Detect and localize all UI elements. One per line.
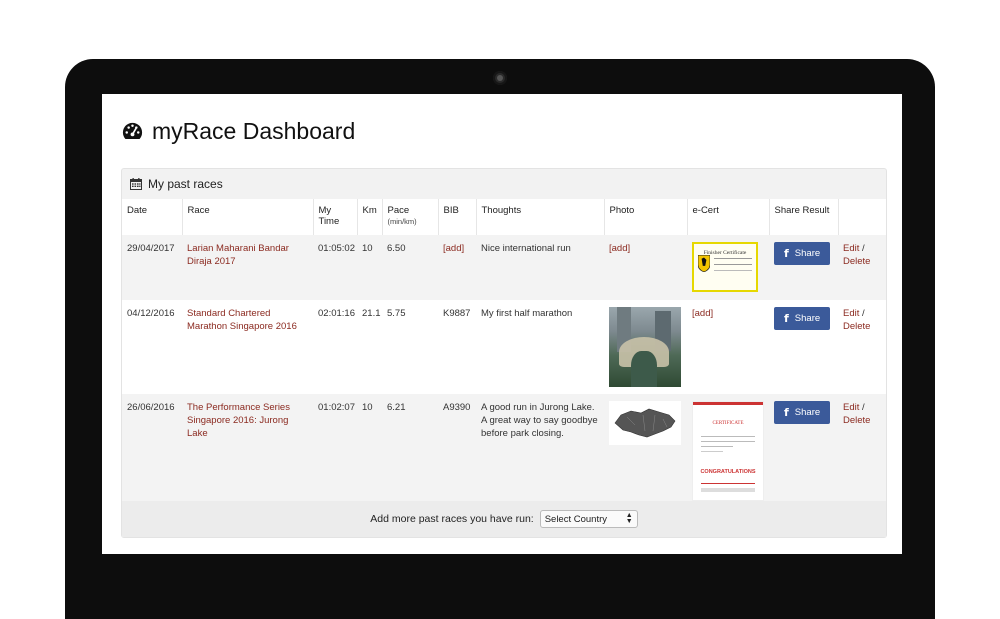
ecert-thumbnail[interactable]: CERTIFICATE CONGRATULATIONS [692, 401, 764, 501]
page-title: myRace Dashboard [121, 118, 355, 145]
race-date: 29/04/2017 [122, 235, 182, 300]
race-link[interactable]: Standard Chartered Marathon Singapore 20… [187, 308, 297, 332]
table-header-row: Date Race My Time Km Pace (min/km) BIB Tho… [122, 199, 886, 235]
race-km: 21.1 [357, 300, 382, 394]
col-ecert: e-Cert [687, 199, 770, 235]
col-race: Race [182, 199, 314, 235]
monitor-frame: myRace Dashboard My past races Date Race… [65, 59, 935, 619]
race-time: 01:05:02 [313, 235, 357, 300]
calendar-icon [130, 178, 142, 190]
race-km: 10 [357, 235, 382, 300]
edit-link[interactable]: Edit [843, 243, 859, 254]
race-time: 01:02:07 [313, 394, 357, 508]
race-link[interactable]: Larian Maharani Bandar Diraja 2017 [187, 243, 289, 267]
race-thoughts: A good run in Jurong Lake. A great way t… [476, 394, 604, 508]
ecert-title: CERTIFICATE [712, 421, 744, 426]
add-ecert-link[interactable]: [add] [692, 308, 713, 319]
table-row: 29/04/2017 Larian Maharani Bandar Diraja… [122, 235, 886, 300]
country-select[interactable]: Select Country ▲ ▼ [539, 510, 638, 528]
col-pace-unit: (min/km) [387, 217, 417, 226]
col-share: Share Result [769, 199, 839, 235]
race-date: 04/12/2016 [122, 300, 182, 394]
race-thoughts: Nice international run [476, 235, 604, 300]
panel-heading: My past races [122, 169, 886, 199]
share-button-label: Share [794, 248, 821, 259]
share-button-label: Share [794, 407, 821, 418]
facebook-icon: f [784, 312, 789, 325]
delete-link[interactable]: Delete [843, 415, 870, 426]
singapore-map-icon [614, 408, 676, 438]
panel-heading-text: My past races [148, 177, 223, 191]
table-row: 04/12/2016 Standard Chartered Marathon S… [122, 300, 886, 394]
race-bib: K9887 [438, 300, 476, 394]
facebook-icon: f [784, 406, 789, 419]
facebook-icon: f [784, 247, 789, 260]
col-km: Km [357, 199, 383, 235]
past-races-panel: My past races Date Race My Time Km Pace (m… [121, 168, 887, 538]
race-time: 02:01:16 [313, 300, 357, 394]
share-facebook-button[interactable]: f Share [774, 242, 831, 265]
race-km: 10 [357, 394, 382, 508]
delete-link[interactable]: Delete [843, 321, 870, 332]
col-time-line1: My [318, 205, 332, 216]
past-races-table: Date Race My Time Km Pace (min/km) BIB Tho… [122, 199, 886, 508]
add-races-footer: Add more past races you have run: Select… [122, 501, 886, 537]
race-photo-thumbnail[interactable] [609, 307, 681, 387]
ecert-thumbnail[interactable]: Finisher Certificate [692, 242, 758, 292]
edit-link[interactable]: Edit [843, 308, 859, 319]
race-link[interactable]: The Performance Series Singapore 2016: J… [187, 402, 290, 439]
col-date: Date [122, 199, 183, 235]
col-photo: Photo [604, 199, 688, 235]
webcam-icon [493, 71, 507, 85]
page-title-text: myRace Dashboard [152, 118, 356, 144]
race-pace: 6.21 [382, 394, 438, 508]
delete-link[interactable]: Delete [843, 256, 870, 267]
ecert-banner: CONGRATULATIONS [700, 469, 756, 475]
select-arrows-icon: ▲ ▼ [625, 512, 633, 525]
race-bib: A9390 [438, 394, 476, 508]
share-button-label: Share [794, 313, 821, 324]
col-thoughts: Thoughts [476, 199, 605, 235]
ecert-lines [714, 258, 752, 271]
country-select-value: Select Country [544, 513, 608, 525]
dashboard-icon [122, 122, 143, 139]
add-photo-link[interactable]: [add] [609, 243, 630, 254]
race-pace: 6.50 [382, 235, 438, 300]
col-actions [838, 199, 886, 235]
table-row: 26/06/2016 The Performance Series Singap… [122, 394, 886, 508]
race-date: 26/06/2016 [122, 394, 182, 508]
share-facebook-button[interactable]: f Share [774, 401, 831, 424]
race-map-thumbnail[interactable] [609, 401, 681, 445]
edit-link[interactable]: Edit [843, 402, 859, 413]
share-facebook-button[interactable]: f Share [774, 307, 831, 330]
race-pace: 5.75 [382, 300, 438, 394]
col-bib: BIB [438, 199, 477, 235]
add-bib-link[interactable]: [add] [443, 243, 464, 254]
col-pace-label: Pace [387, 205, 410, 216]
footer-label: Add more past races you have run: [370, 513, 534, 525]
col-pace: Pace (min/km) [382, 199, 439, 235]
col-time: My Time [313, 199, 358, 235]
col-time-line2: Time [318, 216, 340, 227]
race-thoughts: My first half marathon [476, 300, 604, 394]
ferrari-shield-icon [698, 255, 710, 272]
screen: myRace Dashboard My past races Date Race… [102, 94, 902, 554]
